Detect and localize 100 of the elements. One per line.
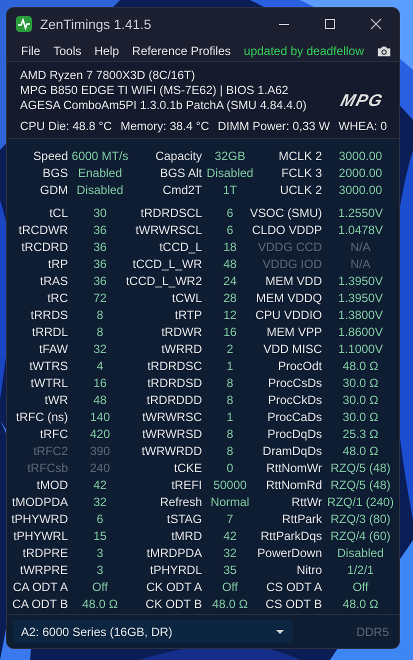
timing-label: tCCD_L_WR bbox=[132, 256, 202, 271]
menu-item[interactable]: Reference Profiles bbox=[132, 44, 231, 58]
timing-value: 4 bbox=[96, 358, 104, 373]
timing-value: RZQ/3 (80) bbox=[330, 512, 390, 526]
timing-label: tRCDRD bbox=[21, 240, 68, 254]
timing-label: RttPark bbox=[282, 512, 322, 526]
timing-label: tWRWRSD bbox=[142, 426, 202, 441]
timing-label: CA ODT B bbox=[12, 596, 68, 611]
timing-value: 16 bbox=[223, 324, 237, 339]
timing-label: Nitro bbox=[296, 562, 322, 577]
timing-label: tRDWR bbox=[161, 324, 202, 339]
timing-label: RttParkDqs bbox=[260, 528, 322, 543]
timing-label: ProcCkDs bbox=[268, 392, 322, 407]
timing-value: 32GB bbox=[214, 148, 246, 163]
system-info-line: MPG B850 EDGE TI WIFI (MS-7E62) | BIOS 1.A62 bbox=[20, 83, 290, 98]
timing-value: 36 bbox=[93, 256, 107, 271]
timing-label: VDD MISC bbox=[263, 342, 322, 356]
timing-label: tWTRS bbox=[29, 358, 68, 373]
timing-label: tRTP bbox=[174, 308, 202, 322]
timing-label: MEM VDD bbox=[265, 274, 322, 288]
app-icon bbox=[16, 16, 32, 32]
timing-value: 72 bbox=[93, 290, 107, 305]
timing-value: 2 bbox=[226, 342, 234, 356]
timing-value: 1.3950V bbox=[338, 274, 383, 288]
timing-value: 390 bbox=[90, 444, 110, 458]
timing-label: tPHYWRL bbox=[13, 528, 68, 543]
timing-label: UCLK 2 bbox=[280, 182, 322, 197]
timing-value: RZQ/4 (60) bbox=[330, 528, 390, 543]
timing-value: Disabled bbox=[337, 546, 384, 560]
timing-label: tRC bbox=[47, 290, 68, 305]
system-info-line: AGESA ComboAm5PI 1.3.0.1b PatchA (SMU 4.84.4.0) bbox=[20, 98, 308, 114]
timing-value: 2000.00 bbox=[338, 166, 382, 180]
menu-item[interactable]: Help bbox=[94, 44, 120, 58]
window-title: ZenTimings 1.41.5 bbox=[40, 16, 152, 32]
timing-value: 0 bbox=[226, 460, 234, 475]
timing-label: tCWL bbox=[172, 290, 202, 305]
timing-label: tWTRL bbox=[30, 376, 68, 390]
timing-value: Off bbox=[222, 580, 238, 594]
menu-item[interactable]: Tools bbox=[53, 44, 82, 58]
timing-value: 1 bbox=[226, 358, 234, 373]
caret-icon bbox=[276, 630, 284, 634]
timing-value: 48.0 Ω bbox=[82, 596, 118, 611]
timing-value: 1.3950V bbox=[338, 290, 383, 305]
timing-label: GDM bbox=[40, 182, 68, 197]
timing-label: VSOC (SMU) bbox=[250, 206, 322, 220]
timing-label: tCL bbox=[49, 206, 68, 220]
timing-value: 48 bbox=[93, 392, 107, 407]
timing-label: MEM VPP bbox=[266, 324, 322, 339]
timing-label: Capacity bbox=[155, 148, 202, 163]
timing-value: 48.0 Ω bbox=[212, 596, 248, 611]
timing-label: tCCD_L_WR2 bbox=[126, 274, 202, 288]
timing-label: MEM VDDQ bbox=[256, 290, 322, 305]
timing-label: DramDqDs bbox=[262, 444, 322, 458]
sensor-reading: CPU Die: 48.8 °C bbox=[20, 119, 112, 134]
module-dropdown[interactable]: A2: 6000 Series (16GB, DR) bbox=[13, 620, 293, 644]
timing-value: 8 bbox=[226, 392, 234, 407]
timing-value: 3 bbox=[96, 546, 104, 560]
timing-label: tWRWRDD bbox=[142, 444, 202, 458]
timing-label: tCCD_L bbox=[159, 240, 202, 254]
timing-value: 8 bbox=[96, 308, 104, 322]
timing-label: tWRWRSC bbox=[142, 410, 202, 424]
timing-label: Cmd2T bbox=[162, 182, 202, 197]
sensor-reading: WHEA: 0 bbox=[338, 119, 387, 134]
timing-value: 32 bbox=[93, 342, 107, 356]
menu-item[interactable]: File bbox=[21, 44, 40, 58]
timing-label: CK ODT A bbox=[146, 580, 202, 594]
timing-label: FCLK 3 bbox=[281, 166, 322, 180]
timing-value: Disabled bbox=[76, 182, 124, 197]
timing-label: tWRRD bbox=[161, 342, 202, 356]
timing-label: CPU VDDIO bbox=[255, 308, 322, 322]
timing-value: 3000.00 bbox=[338, 148, 382, 163]
timing-label: VDDG CCD bbox=[258, 240, 322, 254]
timing-label: CK ODT B bbox=[146, 596, 202, 611]
timing-value: 6 bbox=[226, 222, 234, 237]
timing-value: 30 bbox=[93, 206, 107, 220]
camera-icon[interactable] bbox=[376, 44, 391, 58]
timing-value: N/A bbox=[350, 256, 370, 271]
timing-value: Off bbox=[92, 580, 108, 594]
timing-value: 8 bbox=[226, 444, 234, 458]
timing-value: 6 bbox=[96, 512, 104, 526]
timing-value: 3000.00 bbox=[338, 182, 382, 197]
timing-label: tRDRDSC bbox=[147, 358, 202, 373]
timing-label: tPHYWRD bbox=[11, 512, 68, 526]
system-info-line: AMD Ryzen 7 7800X3D (8C/16T) bbox=[20, 68, 196, 84]
timing-value: 25.3 Ω bbox=[342, 426, 378, 441]
timing-label: tSTAG bbox=[166, 512, 202, 526]
timing-label: tFAW bbox=[39, 342, 68, 356]
timing-value: 1/2/1 bbox=[347, 562, 374, 577]
timing-label: tRFCsb bbox=[27, 460, 68, 475]
timing-value: 50000 bbox=[213, 478, 247, 492]
timing-value: 1.0478V bbox=[338, 222, 383, 237]
timing-label: tRCDWR bbox=[18, 222, 68, 237]
timing-value: 48 bbox=[223, 256, 237, 271]
timing-label: ProcCsDs bbox=[268, 376, 322, 390]
timing-value: RZQ/5 (48) bbox=[330, 478, 390, 492]
timing-value: 3 bbox=[96, 562, 104, 577]
timing-label: tMODPDA bbox=[12, 494, 68, 509]
timing-value: 35 bbox=[223, 562, 237, 577]
timing-value: N/A bbox=[350, 240, 370, 254]
timing-label: MCLK 2 bbox=[278, 148, 322, 163]
